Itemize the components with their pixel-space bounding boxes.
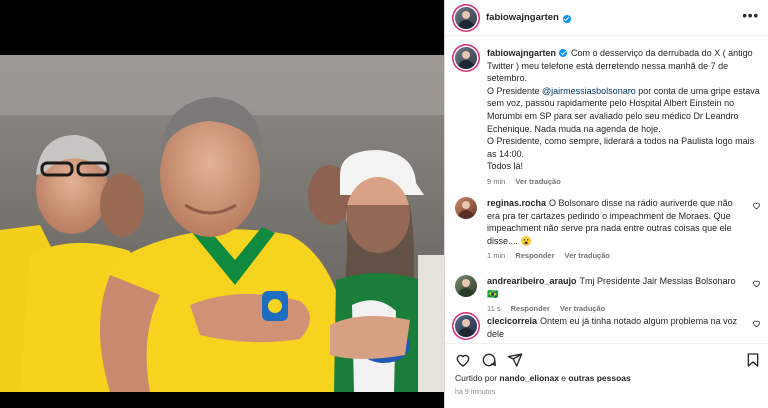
comment-reply-button[interactable]: Responder [511,303,550,316]
media-pane [0,0,444,408]
post-header: fabiowajngarten ••• [445,0,768,36]
commenter-avatar[interactable] [455,275,477,297]
comment-item: reginas.rocha O Bolsonaro disse na rádio … [455,197,761,263]
verified-badge-icon [559,49,568,57]
heart-icon[interactable] [455,352,471,368]
comment-icon[interactable] [481,352,497,368]
caption-time: 9 min [487,176,506,186]
likes-summary: Curtido por nando_elionax e outras pesso… [455,373,631,383]
post-timestamp: há 9 minutos [455,389,496,396]
share-icon[interactable] [507,352,523,368]
comment-time: 11 s [487,304,501,314]
comment-item: andrearibeiro_araujo Tmj Presidente Jair … [455,275,761,316]
post-photo[interactable] [0,55,444,392]
verified-badge-icon [562,14,571,23]
commenter-username[interactable]: andrearibeiro_araujo [487,276,577,286]
caption-avatar[interactable] [455,47,477,69]
post-actions-bar [445,343,768,373]
comment-like-heart-icon[interactable] [752,279,761,288]
commenter-avatar[interactable] [455,197,477,219]
caption-text-2: O Presidente [487,85,543,96]
likes-prefix: Curtido por [455,373,500,383]
comment-like-heart-icon[interactable] [752,319,761,328]
comment-reply-button[interactable]: Responder [515,250,554,263]
caption-text-4: O Presidente, como sempre, liderará a to… [487,136,755,159]
comments-list[interactable]: fabiowajngarten Com o desserviço da derru… [445,37,768,343]
likes-others-link[interactable]: outras pessoas [568,373,630,383]
comment-translate-link[interactable]: Ver tradução [565,250,610,263]
more-options-icon[interactable]: ••• [742,9,759,22]
caption-mention-link[interactable]: @jairmessiasbolsonaro [542,86,636,96]
author-avatar[interactable] [455,6,477,29]
commenter-username[interactable]: clecicorreia [487,316,537,326]
comment-like-heart-icon[interactable] [752,201,761,210]
post-side-panel: fabiowajngarten ••• fabiowajngarten Com o… [444,0,768,408]
caption: fabiowajngarten Com o desserviço da derru… [455,47,761,189]
caption-text-5: Todos lá! [487,161,524,172]
likes-middle: e [558,373,569,383]
commenter-avatar[interactable] [455,315,477,337]
caption-translate-link[interactable]: Ver tradução [515,176,560,189]
commenter-username[interactable]: reginas.rocha [487,198,546,208]
comment-translate-link[interactable]: Ver tradução [560,303,605,316]
comment-time: 1 min [487,251,506,261]
liker-username[interactable]: nando_elionax [499,373,559,383]
post-photo-illustration [0,55,444,392]
caption-username[interactable]: fabiowajngarten [487,48,556,58]
author-username[interactable]: fabiowajngarten [486,12,559,23]
comment-item: clecicorreia Ontem eu já tinha notado alg… [455,315,761,340]
bookmark-icon[interactable] [745,352,761,368]
